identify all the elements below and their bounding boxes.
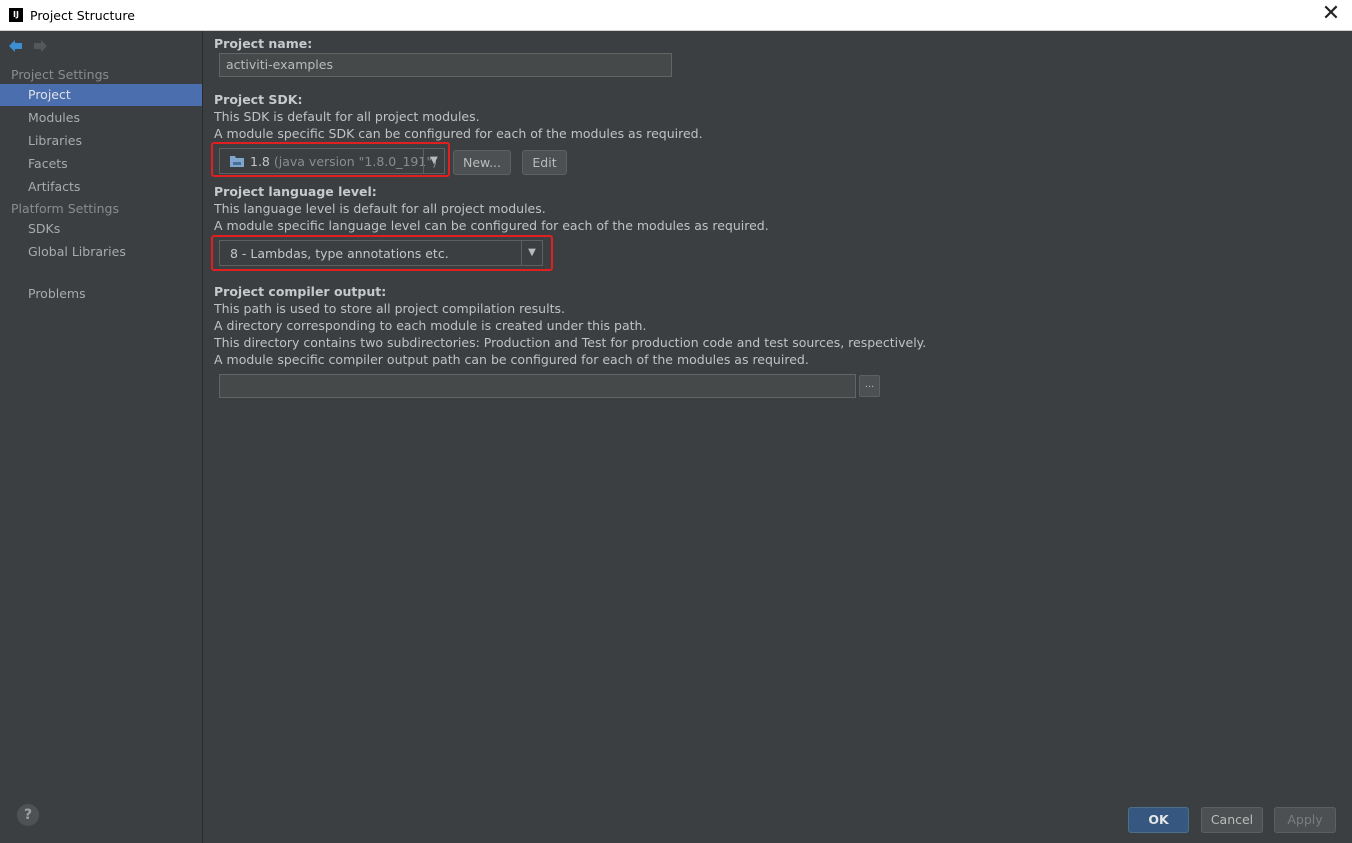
browse-button[interactable]: ... [859,375,880,397]
compiler-output-label: Project compiler output: [214,284,387,299]
sidebar-item-facets[interactable]: Facets [0,153,202,175]
sidebar: Project Settings Project Modules Librari… [0,31,203,843]
intellij-logo-icon: IJ [9,8,23,22]
close-icon[interactable]: ✕ [1318,2,1344,28]
project-name-label: Project name: [214,36,313,51]
project-sdk-description-2: A module specific SDK can be configured … [214,126,703,141]
new-sdk-button[interactable]: New... [453,150,511,175]
sidebar-item-artifacts[interactable]: Artifacts [0,176,202,198]
back-arrow-icon[interactable] [8,38,24,54]
cancel-button[interactable]: Cancel [1201,807,1263,833]
sidebar-item-project[interactable]: Project [0,84,202,106]
project-name-input[interactable]: activiti-examples [219,53,672,77]
sidebar-item-problems[interactable]: Problems [0,283,202,305]
compiler-output-description-4: A module specific compiler output path c… [214,352,809,367]
sdk-highlight-box [211,142,450,177]
help-icon[interactable]: ? [17,804,39,826]
section-project-settings: Project Settings [11,67,110,82]
language-level-highlight-box [211,235,553,271]
sidebar-item-modules[interactable]: Modules [0,107,202,129]
compiler-output-description-2: A directory corresponding to each module… [214,318,647,333]
section-platform-settings: Platform Settings [11,201,119,216]
project-sdk-label: Project SDK: [214,92,303,107]
sidebar-item-global-libraries[interactable]: Global Libraries [0,241,202,263]
forward-arrow-icon[interactable] [32,38,48,54]
sidebar-item-libraries[interactable]: Libraries [0,130,202,152]
compiler-output-description-3: This directory contains two subdirectori… [214,335,927,350]
apply-button[interactable]: Apply [1274,807,1336,833]
title-bar: IJ Project Structure ✕ [0,0,1352,31]
window-title: Project Structure [30,8,135,23]
compiler-output-description-1: This path is used to store all project c… [214,301,565,316]
ok-button[interactable]: OK [1128,807,1189,833]
language-level-description-1: This language level is default for all p… [214,201,546,216]
project-settings-panel: Project name: activiti-examples Project … [204,31,1352,843]
language-level-description-2: A module specific language level can be … [214,218,769,233]
sidebar-item-sdks[interactable]: SDKs [0,218,202,240]
compiler-output-path-input[interactable] [219,374,856,398]
language-level-label: Project language level: [214,184,377,199]
edit-sdk-button[interactable]: Edit [522,150,567,175]
project-sdk-description-1: This SDK is default for all project modu… [214,109,480,124]
